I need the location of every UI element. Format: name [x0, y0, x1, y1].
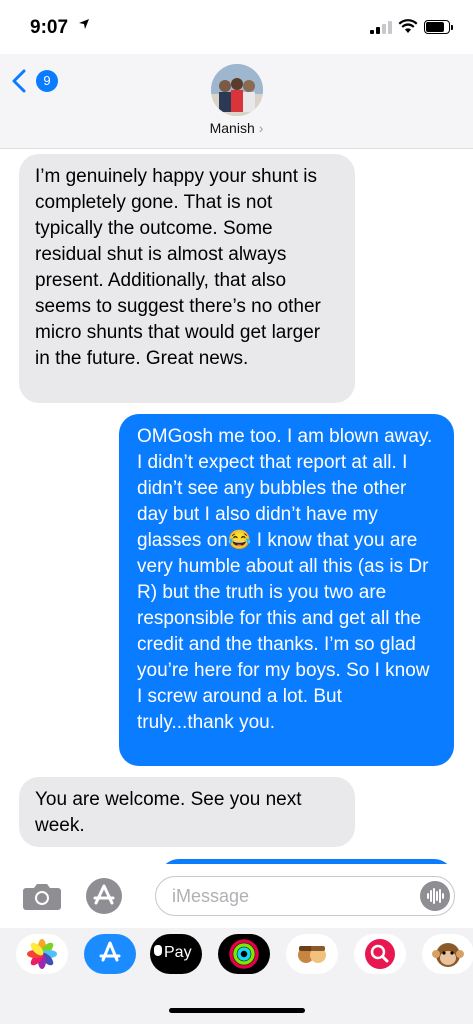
- message-text: You are welcome. See you next week.: [35, 789, 302, 836]
- message-text: OMGosh me too. I am blown away. I didn’t…: [137, 426, 433, 733]
- message-thread[interactable]: I’m genuinely happy your shunt is comple…: [0, 148, 473, 864]
- outgoing-message[interactable]: OMGosh me too. I am blown away. I didn’t…: [119, 414, 454, 766]
- camera-icon[interactable]: [22, 882, 62, 910]
- clock: 9:07: [30, 17, 69, 38]
- activity-app-button[interactable]: [218, 934, 270, 974]
- back-button[interactable]: 9: [12, 66, 72, 100]
- message-input[interactable]: [155, 876, 455, 916]
- chevron-right-icon: ›: [258, 120, 264, 136]
- app-store-app-button[interactable]: [84, 934, 136, 974]
- activity-rings-icon: [229, 939, 259, 969]
- photos-app-button[interactable]: [16, 934, 68, 974]
- contact-name-button[interactable]: Manish ›: [0, 120, 473, 136]
- cellular-signal-icon: [370, 20, 392, 34]
- incoming-message[interactable]: I’m genuinely happy your shunt is comple…: [19, 154, 355, 403]
- compose-bar: [0, 864, 473, 928]
- contact-avatar[interactable]: [211, 64, 263, 116]
- app-store-icon: [93, 884, 115, 905]
- apple-pay-app-button[interactable]: Pay: [150, 934, 202, 974]
- audio-message-button[interactable]: [420, 881, 450, 911]
- memoji-app-button[interactable]: [286, 934, 338, 974]
- message-text: I’m genuinely happy your shunt is comple…: [35, 166, 321, 369]
- web-search-icon: [365, 939, 395, 969]
- monkey-icon: [432, 943, 464, 967]
- pay-label: Pay: [164, 944, 192, 961]
- animoji-app-button[interactable]: [422, 934, 473, 974]
- status-bar: 9:07: [0, 0, 473, 54]
- home-area: [0, 984, 473, 1024]
- location-arrow-icon: [79, 19, 89, 29]
- battery-icon: [424, 20, 453, 34]
- avatar-photo: [211, 64, 263, 116]
- unread-count-badge: 9: [36, 70, 58, 92]
- conversation-header: 9 Manish ›: [0, 54, 473, 149]
- app-store-drawer-button[interactable]: [86, 878, 122, 914]
- memoji-icon: [298, 946, 326, 963]
- chevron-left-icon: [12, 69, 26, 93]
- waveform-icon: [427, 888, 444, 904]
- app-store-icon: [99, 941, 121, 962]
- home-indicator[interactable]: [169, 1008, 305, 1013]
- message-text-field[interactable]: [170, 885, 404, 908]
- incoming-message[interactable]: You are welcome. See you next week.: [19, 777, 355, 847]
- contact-name: Manish: [209, 120, 255, 136]
- wifi-icon: [398, 19, 418, 33]
- apple-icon: [154, 945, 162, 956]
- search-app-button[interactable]: [354, 934, 406, 974]
- app-drawer: Pay: [0, 928, 473, 984]
- photos-icon: [27, 939, 57, 969]
